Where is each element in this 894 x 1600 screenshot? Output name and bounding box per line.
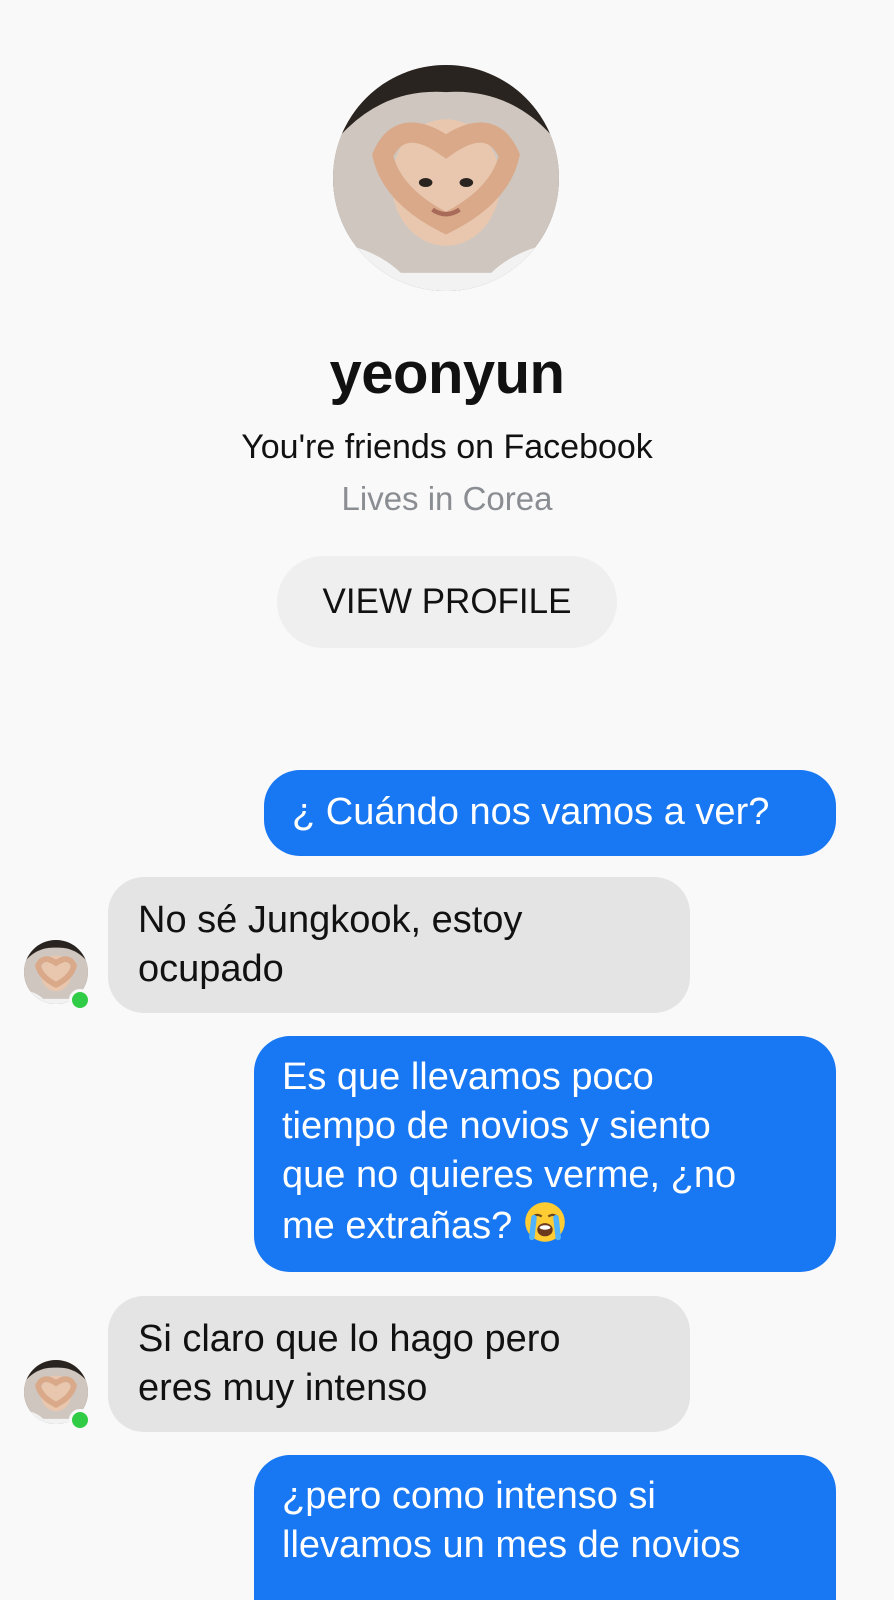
online-status-indicator xyxy=(69,989,91,1011)
message-bubble-outgoing[interactable]: ¿pero como intenso si llevamos un mes de… xyxy=(254,1455,836,1600)
profile-photo[interactable] xyxy=(333,65,559,291)
loudly-crying-face-icon xyxy=(524,1202,565,1242)
message-bubble-outgoing[interactable]: Es que llevamos poco tiempo de novios y … xyxy=(254,1036,836,1272)
message-bubble-outgoing[interactable]: ¿ Cuándo nos vamos a ver? xyxy=(264,770,836,856)
location-text: Lives in Corea xyxy=(341,480,553,517)
message-text: Es que llevamos poco tiempo de novios y … xyxy=(282,1056,736,1247)
message-text: ¿ Cuándo nos vamos a ver? xyxy=(292,791,770,833)
message-text: Si claro que lo hago pero eres muy inten… xyxy=(138,1318,561,1409)
message-text: ¿pero como intenso si llevamos un mes de… xyxy=(282,1475,741,1566)
message-bubble-incoming[interactable]: No sé Jungkook, estoy ocupado xyxy=(108,877,690,1013)
profile-name: yeonyun xyxy=(329,341,566,406)
friends-status-text: You're friends on Facebook xyxy=(241,428,653,466)
message-text-content: Es que llevamos poco tiempo de novios y … xyxy=(282,1056,737,1247)
message-text: No sé Jungkook, estoy ocupado xyxy=(138,899,523,990)
person-photo-icon xyxy=(333,65,559,291)
online-status-indicator xyxy=(69,1409,91,1431)
message-bubble-incoming[interactable]: Si claro que lo hago pero eres muy inten… xyxy=(108,1296,690,1432)
profile-header: yeonyun You're friends on Facebook Lives… xyxy=(0,0,894,700)
view-profile-button[interactable]: VIEW PROFILE xyxy=(277,556,617,648)
